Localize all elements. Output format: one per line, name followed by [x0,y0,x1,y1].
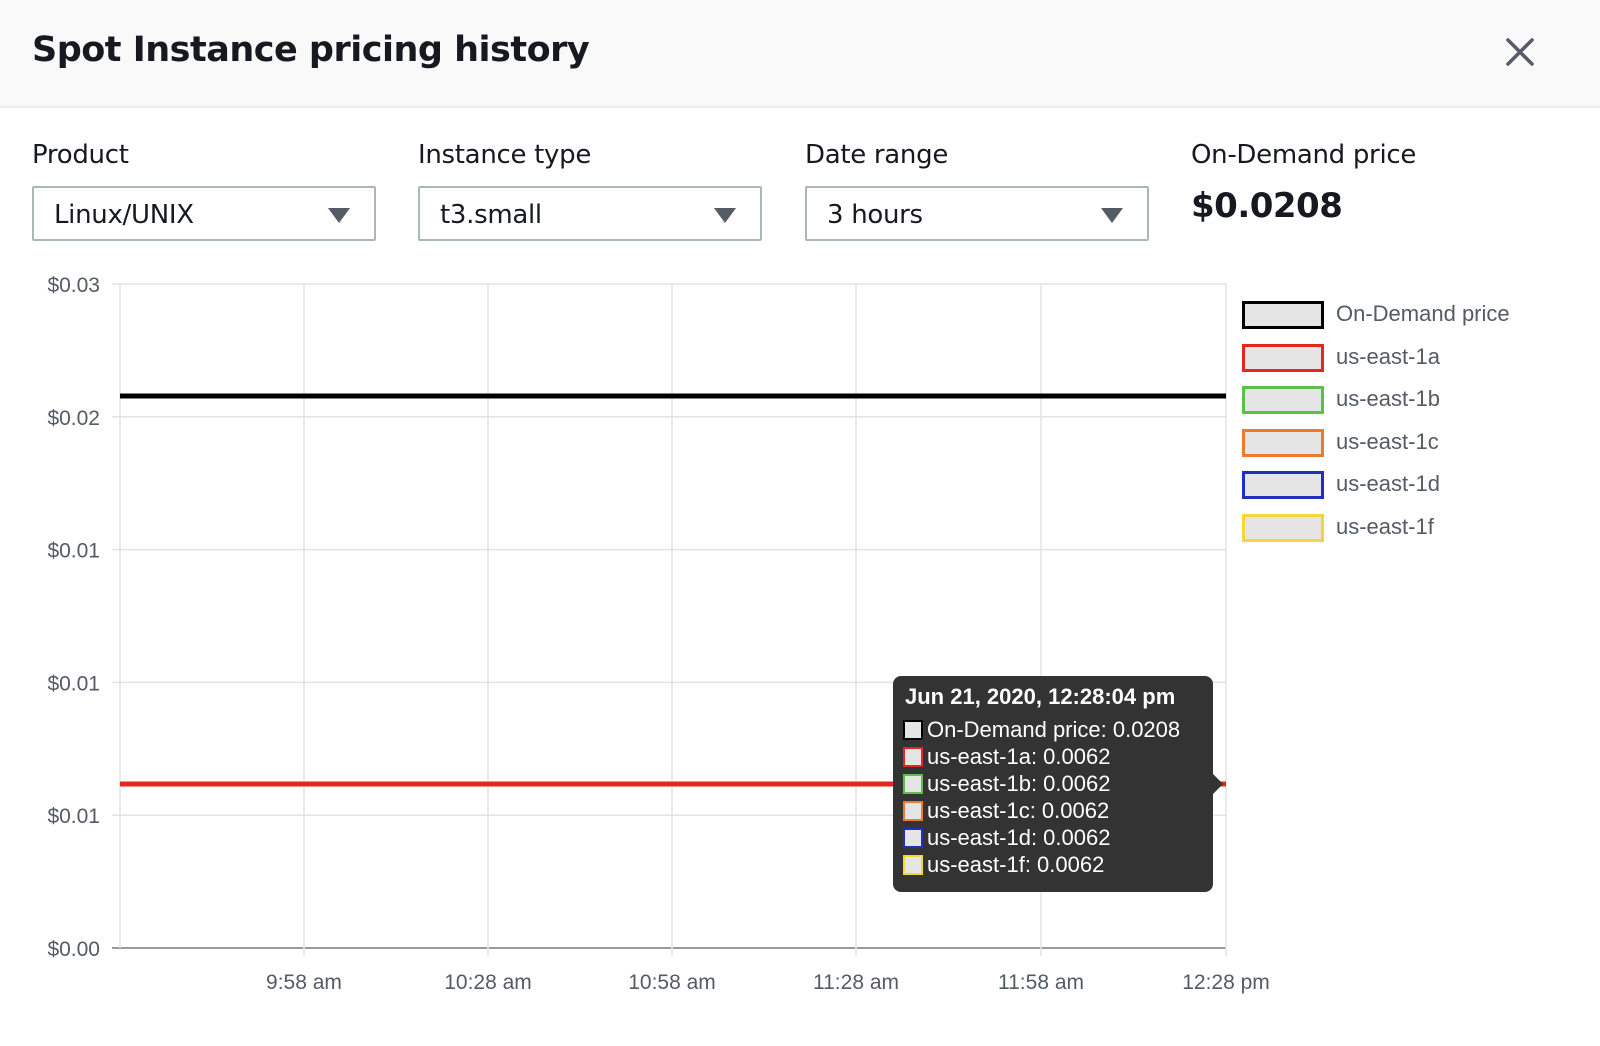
tooltip-swatch [903,854,923,875]
legend-label: us-east-1a [1336,343,1440,369]
y-tick-label: $0.00 [47,938,100,961]
y-tick-label: $0.03 [47,274,100,297]
tooltip-row-text: On-Demand price: 0.0208 [927,716,1181,742]
tooltip-row: us-east-1f: 0.0062 [903,851,1203,878]
legend-label: us-east-1d [1336,471,1440,497]
x-tick-label: 9:58 am [266,971,342,994]
tooltip-arrow [1213,774,1223,794]
tooltip-swatch [903,773,923,794]
legend-swatch [1242,386,1324,415]
tooltip-row: us-east-1d: 0.0062 [903,824,1203,851]
x-tick-label: 11:28 am [813,971,899,994]
x-tick-label: 10:58 am [628,971,716,994]
legend-label: us-east-1b [1336,386,1440,412]
tooltip-swatch [903,800,923,821]
chart-tooltip: Jun 21, 2020, 12:28:04 pm On-Demand pric… [893,676,1223,892]
y-tick-label: $0.01 [47,672,100,695]
x-tick-label: 11:58 am [998,971,1084,994]
y-tick-label: $0.01 [47,805,100,828]
tooltip-row-text: us-east-1c: 0.0062 [927,797,1110,823]
legend-item[interactable]: us-east-1d [1242,468,1510,511]
legend-swatch [1242,301,1324,329]
tooltip-row-text: us-east-1f: 0.0062 [927,851,1105,877]
tooltip-swatch [903,746,923,767]
legend-label: On-Demand price [1336,301,1510,326]
legend-swatch [1242,471,1324,500]
tooltip-row-text: us-east-1b: 0.0062 [927,770,1111,796]
x-tick-label: 12:28 pm [1182,971,1270,994]
tooltip-row-text: us-east-1a: 0.0062 [927,743,1111,769]
y-tick-label: $0.02 [47,407,100,430]
legend-item[interactable]: us-east-1a [1242,341,1510,384]
tooltip-row-text: us-east-1d: 0.0062 [927,824,1111,850]
legend-swatch [1242,343,1324,372]
legend-item[interactable]: On-Demand price [1242,298,1510,341]
legend-item[interactable]: us-east-1b [1242,383,1510,426]
tooltip-row: us-east-1b: 0.0062 [903,770,1203,797]
tooltip-row: On-Demand price: 0.0208 [903,716,1203,743]
tooltip-row: us-east-1c: 0.0062 [903,797,1203,824]
chart-legend: On-Demand price us-east-1a us-east-1b us-ea… [1242,298,1510,554]
legend-label: us-east-1c [1336,428,1439,454]
legend-swatch [1242,513,1324,542]
tooltip-row: us-east-1a: 0.0062 [903,743,1203,770]
legend-label: us-east-1f [1336,513,1434,539]
tooltip-swatch [903,719,923,740]
legend-swatch [1242,428,1324,457]
x-tick-label: 10:28 am [444,971,532,994]
tooltip-title: Jun 21, 2020, 12:28:04 pm [905,684,1176,709]
tooltip-swatch [903,827,923,848]
legend-item[interactable]: us-east-1c [1242,426,1510,469]
legend-item[interactable]: us-east-1f [1242,511,1510,554]
y-tick-label: $0.01 [47,540,100,563]
